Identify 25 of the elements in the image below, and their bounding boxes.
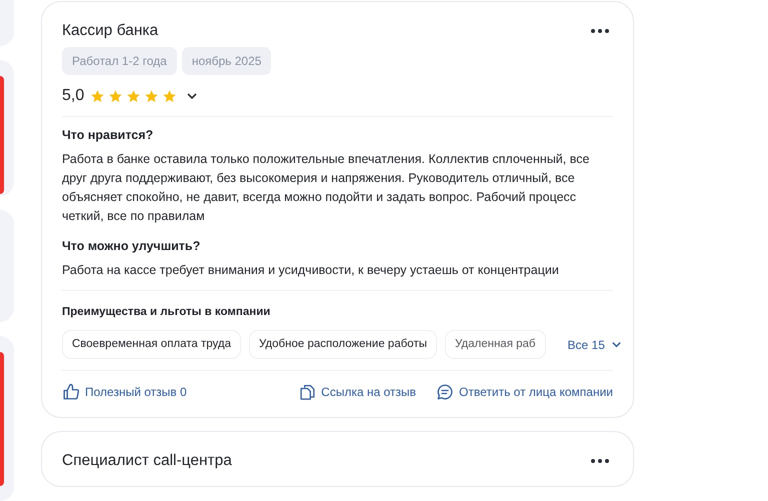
star-icon: [162, 88, 178, 104]
star-icon: [90, 88, 106, 104]
star-icon: [144, 88, 160, 104]
copy-icon: [299, 383, 316, 402]
rating-score: 5,0: [62, 86, 84, 106]
benefits-title: Преимущества и льготы в компании: [62, 290, 613, 320]
section-heading: Что нравится?: [62, 127, 154, 143]
thumbs-up-icon: [62, 383, 80, 402]
benefit-chip: Удаленная раб: [444, 330, 546, 360]
tag: Работал 1-2 года: [62, 47, 177, 75]
benefit-chip: Удобное расположение работы: [249, 330, 437, 360]
star-icon: [126, 88, 142, 104]
star-icon: [108, 88, 124, 104]
job-title: Кассир банка: [62, 21, 158, 40]
copy-link-button[interactable]: Ссылка на отзыв: [299, 383, 416, 402]
chat-bubble-icon: [436, 383, 454, 402]
show-all-button[interactable]: Все 15: [554, 336, 622, 354]
benefit-chip: Своевременная оплата труда: [62, 330, 242, 360]
tag: ноябрь 2025: [182, 47, 272, 75]
helpful-button[interactable]: Полезный отзыв 0: [62, 383, 187, 402]
job-title: Специалист call-центра: [62, 451, 232, 470]
review-text: Работа на кассе требует внимания и усидчивости, к вечеру устаешь от концентрации: [62, 262, 560, 279]
reply-button[interactable]: Ответить от лица компании: [436, 383, 613, 402]
section-heading: Что можно улучшить?: [62, 238, 202, 254]
review-text: Работа в банке оставила только положительные впечатления. Коллектив сплоченный, все друг друга поддерживают, без высокомерия и напряжения. Руководитель отличный, все объясняет спокойно, не давит, всегда можно подойти и задать вопрос. Рабочий процесс четкий, все по правилам: [62, 151, 590, 225]
